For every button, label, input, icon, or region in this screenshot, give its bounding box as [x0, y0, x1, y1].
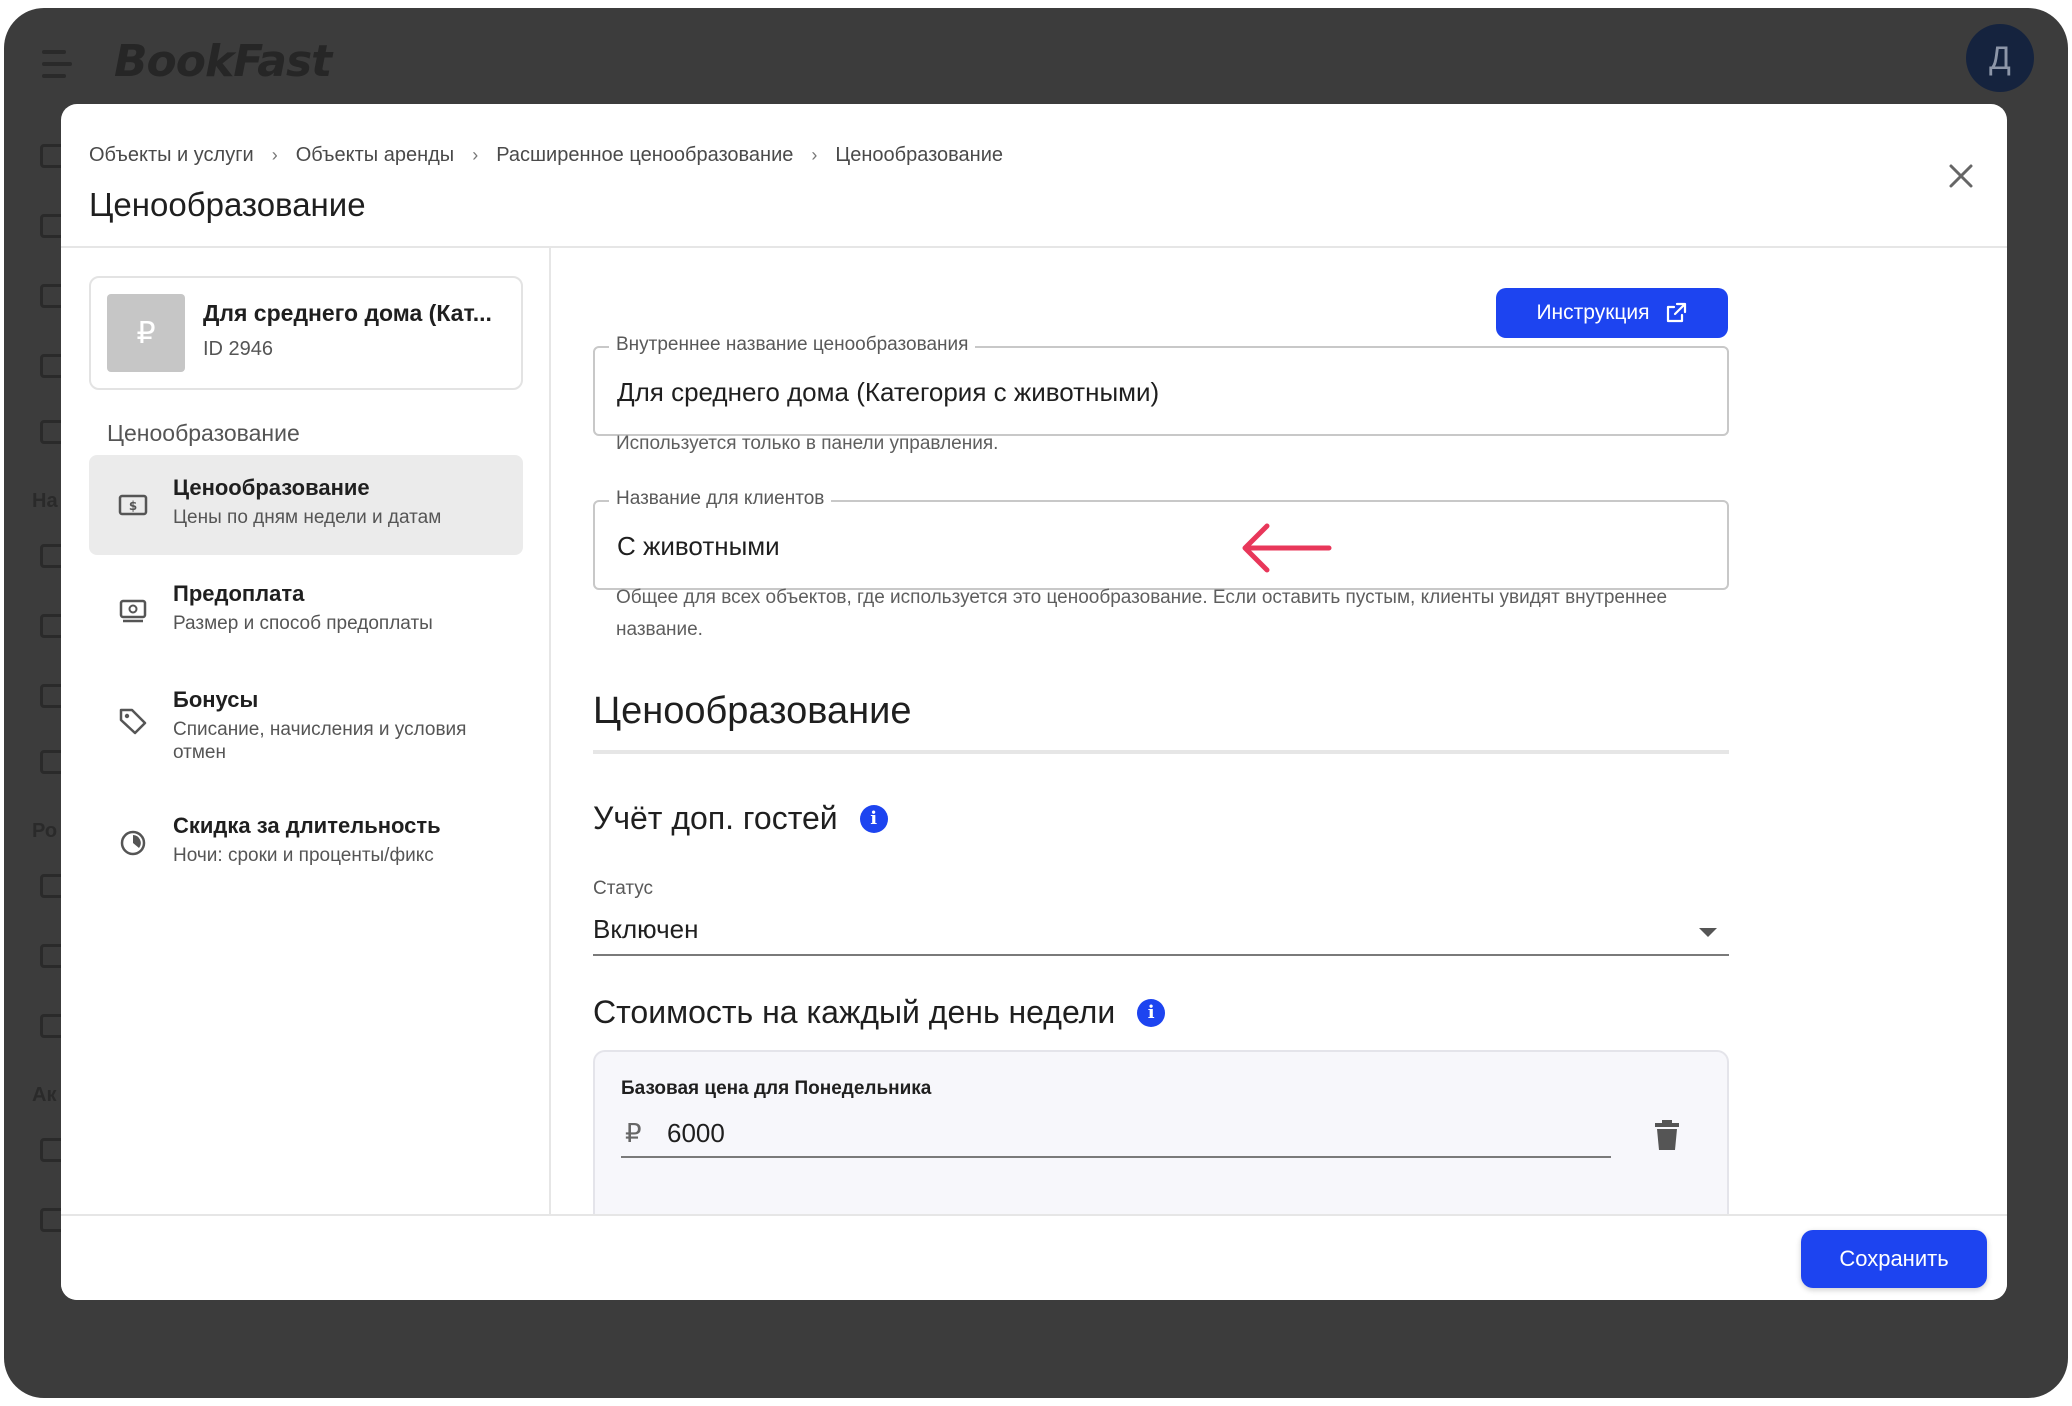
monday-price-label: Базовая цена для Понедельника [621, 1078, 932, 1099]
internal-name-label: Внутреннее название ценообразования [609, 334, 976, 356]
page-title: Ценообразование [89, 186, 366, 223]
info-icon[interactable]: i [859, 804, 888, 833]
pricing-modal: Объекты и услуги › Объекты аренды › Расш… [61, 104, 2007, 1300]
bg-sidebar-label: На [32, 490, 58, 512]
internal-name-helper: Используется только в панели управления. [616, 433, 999, 454]
modal-content: Инструкция Внутреннее название ценообраз… [553, 248, 2007, 1216]
client-name-label: Название для клиентов [609, 488, 832, 510]
breadcrumb-link[interactable]: Объекты аренды [296, 144, 455, 167]
status-label: Статус [593, 878, 654, 899]
sidebar-item-sublabel: Цены по дням недели и датам [173, 507, 442, 528]
sidebar-item-label: Бонусы [173, 687, 259, 712]
sidebar-item-sublabel: Списание, начисления и условия отмен [173, 719, 467, 763]
monday-price-input[interactable]: ₽ 6000 [621, 1110, 1611, 1158]
ruble-icon: ₽ [625, 1118, 642, 1148]
breadcrumb: Объекты и услуги › Объекты аренды › Расш… [89, 144, 1003, 167]
tag-icon [117, 705, 149, 737]
caret-down-icon [1699, 928, 1717, 937]
section-title: Ценообразование [593, 690, 912, 732]
extra-guests-title: Учёт доп. гостей i [593, 800, 888, 837]
sidebar-item-duration-discount[interactable]: Скидка за длительность Ночи: сроки и про… [89, 793, 523, 893]
chevron-right-icon: › [472, 145, 479, 165]
sidebar-item-sublabel: Ночи: сроки и проценты/фикс [173, 845, 434, 866]
instruction-button[interactable]: Инструкция [1496, 288, 1728, 338]
breadcrumb-link[interactable]: Объекты и услуги [89, 144, 254, 167]
bg-sidebar-label: Ак [32, 1084, 57, 1106]
sidebar-item-label: Скидка за длительность [173, 813, 441, 838]
client-name-field[interactable]: Название для клиентов С животными [593, 488, 1729, 590]
app-logo: BookFast [114, 36, 332, 87]
info-icon[interactable]: i [1137, 998, 1166, 1027]
save-button[interactable]: Сохранить [1801, 1230, 1987, 1288]
client-name-helper: Общее для всех объектов, где используетс… [616, 587, 1668, 640]
weekday-cost-title-text: Стоимость на каждый день недели [593, 994, 1116, 1030]
object-card: ₽ Для среднего дома (Кат... ID 2946 [89, 276, 523, 390]
chevron-right-icon: › [811, 145, 818, 165]
avatar[interactable]: Д [1966, 24, 2034, 92]
device-frame: BookFast Д На Ро Ак Объекты и услуги › О… [4, 8, 2068, 1398]
modal-footer: Сохранить [61, 1214, 2007, 1300]
sidebar-item-sublabel: Размер и способ предоплаты [173, 613, 433, 634]
sidebar-heading: Ценообразование [107, 420, 300, 446]
internal-name-value: Для среднего дома (Категория с животными… [617, 377, 1160, 407]
svg-text:$: $ [129, 499, 137, 513]
sidebar-item-label: Предоплата [173, 581, 305, 606]
menu-icon[interactable] [42, 50, 80, 80]
extra-guests-title-text: Учёт доп. гостей [593, 800, 838, 836]
status-value: Включен [593, 914, 699, 944]
price-tag-icon: $ [117, 489, 149, 521]
trash-icon[interactable] [1653, 1118, 1681, 1152]
annotation-arrow-icon [1242, 523, 1332, 573]
section-divider [593, 750, 1729, 754]
monday-price-card: Базовая цена для Понедельника ₽ 6000 [593, 1050, 1729, 1216]
breadcrumb-current: Ценообразование [835, 144, 1004, 166]
chevron-right-icon: › [271, 145, 278, 165]
clock-discount-icon [117, 827, 149, 859]
cash-icon [117, 595, 149, 627]
internal-name-field[interactable]: Внутреннее название ценообразования Для … [593, 334, 1729, 436]
close-icon[interactable] [1943, 158, 1979, 194]
sidebar-item-prepayment[interactable]: Предоплата Размер и способ предоплаты [89, 561, 523, 661]
object-name: Для среднего дома (Кат... [203, 300, 492, 326]
instruction-button-label: Инструкция [1536, 301, 1650, 324]
status-select[interactable]: Включен [593, 908, 1729, 956]
object-id: ID 2946 [203, 338, 274, 360]
client-name-value: С животными [617, 531, 780, 561]
breadcrumb-link[interactable]: Расширенное ценообразование [496, 144, 793, 167]
bg-sidebar-label: Ро [32, 820, 58, 842]
monday-price-value: 6000 [667, 1118, 725, 1148]
external-link-icon [1666, 302, 1686, 323]
weekday-cost-title: Стоимость на каждый день недели i [593, 994, 1166, 1031]
sidebar-item-pricing[interactable]: $ Ценообразование Цены по дням недели и … [89, 455, 523, 555]
modal-sidebar: ₽ Для среднего дома (Кат... ID 2946 Цено… [61, 248, 551, 1216]
sidebar-item-bonuses[interactable]: Бонусы Списание, начисления и условия от… [89, 667, 523, 783]
modal-header: Объекты и услуги › Объекты аренды › Расш… [61, 104, 2007, 248]
sidebar-item-label: Ценообразование [173, 475, 370, 500]
ruble-icon: ₽ [107, 294, 185, 372]
